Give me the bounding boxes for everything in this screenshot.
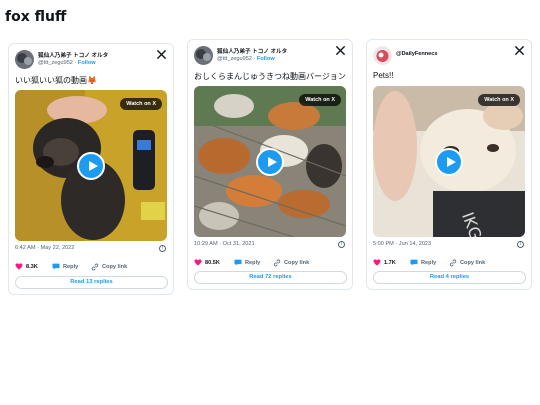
like-count: 8.3K <box>26 263 38 270</box>
avatar[interactable] <box>15 50 34 69</box>
avatar[interactable] <box>373 46 392 65</box>
tweet-card-2[interactable]: 狐仙人乃弟子 トコノ オルタ @ttt_zegu952 · Follow おしく… <box>187 39 353 290</box>
tweet-timestamp[interactable]: 5:00 PM · Jun 14, 2023 <box>373 241 431 247</box>
tweet-card-1[interactable]: 狐仙人乃弟子 トコノ オルタ @ttt_zegu952 · Follow いい狐… <box>8 43 174 295</box>
like-count: 1.7K <box>384 259 396 266</box>
video-thumbnail[interactable]: Watch on X <box>194 86 346 237</box>
avatar[interactable] <box>194 46 213 65</box>
link-icon <box>273 259 281 267</box>
reply-label: Reply <box>63 263 79 270</box>
author-handle[interactable]: @ttt_zegu952 <box>217 56 252 62</box>
tweet-text: Pets!! <box>373 71 394 80</box>
info-icon[interactable]: i <box>159 245 166 252</box>
video-thumbnail[interactable]: Watch on X <box>15 90 167 241</box>
watch-on-x-button[interactable]: Watch on X <box>478 94 520 106</box>
reply-label: Reply <box>245 259 261 266</box>
play-icon[interactable] <box>256 147 284 176</box>
tweet-timestamp[interactable]: 6:42 AM · May 22, 2022 <box>15 245 74 251</box>
heart-icon <box>15 263 23 270</box>
x-logo-icon[interactable] <box>335 45 346 56</box>
reply-button[interactable]: Reply <box>52 263 78 270</box>
play-icon[interactable] <box>77 151 105 180</box>
link-icon <box>449 259 457 267</box>
like-button[interactable]: 80.5K <box>194 259 220 266</box>
video-thumbnail[interactable]: IKG Watch on X <box>373 86 525 237</box>
copy-link-label: Copy link <box>460 260 486 266</box>
tweet-header: 狐仙人乃弟子 トコノ オルタ @ttt_zegu952 · Follow <box>194 45 346 69</box>
handle-row: @ttt_zegu952 · Follow <box>38 60 96 66</box>
like-count: 80.5K <box>205 259 220 266</box>
like-button[interactable]: 8.3K <box>15 263 38 270</box>
tweet-card-3[interactable]: @DailyFennecs Pets!! IKG Watch on X 5:00… <box>366 39 532 290</box>
tweet-text: おしくらまんじゅうきつね動画バージョン <box>194 72 346 81</box>
heart-icon <box>373 259 381 266</box>
page-title: fox fluff <box>5 9 67 25</box>
read-replies-button[interactable]: Read 4 replies <box>373 271 526 284</box>
reply-label: Reply <box>421 259 437 266</box>
link-icon <box>91 263 99 271</box>
heart-icon <box>194 259 202 266</box>
read-replies-button[interactable]: Read 72 replies <box>194 271 347 284</box>
author-handle[interactable]: @ttt_zegu952 <box>38 60 73 66</box>
tweet-text: いい狐いい狐の動画🦊 <box>15 76 97 85</box>
reply-bubble-icon <box>234 259 242 266</box>
copy-link-button[interactable]: Copy link <box>273 259 309 267</box>
author-name[interactable]: 狐仙人乃弟子 トコノ オルタ <box>217 47 287 55</box>
handle-row: @ttt_zegu952 · Follow <box>217 56 275 62</box>
reply-bubble-icon <box>52 263 60 270</box>
reply-button[interactable]: Reply <box>234 259 260 266</box>
x-logo-icon[interactable] <box>514 45 525 56</box>
tweet-header: 狐仙人乃弟子 トコノ オルタ @ttt_zegu952 · Follow <box>15 49 167 73</box>
copy-link-label: Copy link <box>102 264 128 270</box>
info-icon[interactable]: i <box>338 241 345 248</box>
copy-link-button[interactable]: Copy link <box>449 259 485 267</box>
follow-link[interactable]: Follow <box>78 60 96 66</box>
watch-on-x-button[interactable]: Watch on X <box>120 98 162 110</box>
read-replies-button[interactable]: Read 13 replies <box>15 276 168 289</box>
x-logo-icon[interactable] <box>156 49 167 60</box>
copy-link-button[interactable]: Copy link <box>91 263 127 271</box>
play-icon[interactable] <box>435 147 463 176</box>
tweet-header: @DailyFennecs <box>373 45 525 69</box>
info-icon[interactable]: i <box>517 241 524 248</box>
like-button[interactable]: 1.7K <box>373 259 396 266</box>
tweet-timestamp[interactable]: 10:29 AM · Oct 31, 2021 <box>194 241 255 247</box>
follow-link[interactable]: Follow <box>257 56 275 62</box>
reply-bubble-icon <box>410 259 418 266</box>
watch-on-x-button[interactable]: Watch on X <box>299 94 341 106</box>
reply-button[interactable]: Reply <box>410 259 436 266</box>
author-name[interactable]: 狐仙人乃弟子 トコノ オルタ <box>38 51 108 59</box>
copy-link-label: Copy link <box>284 260 310 266</box>
author-name[interactable]: @DailyFennecs <box>396 51 438 57</box>
